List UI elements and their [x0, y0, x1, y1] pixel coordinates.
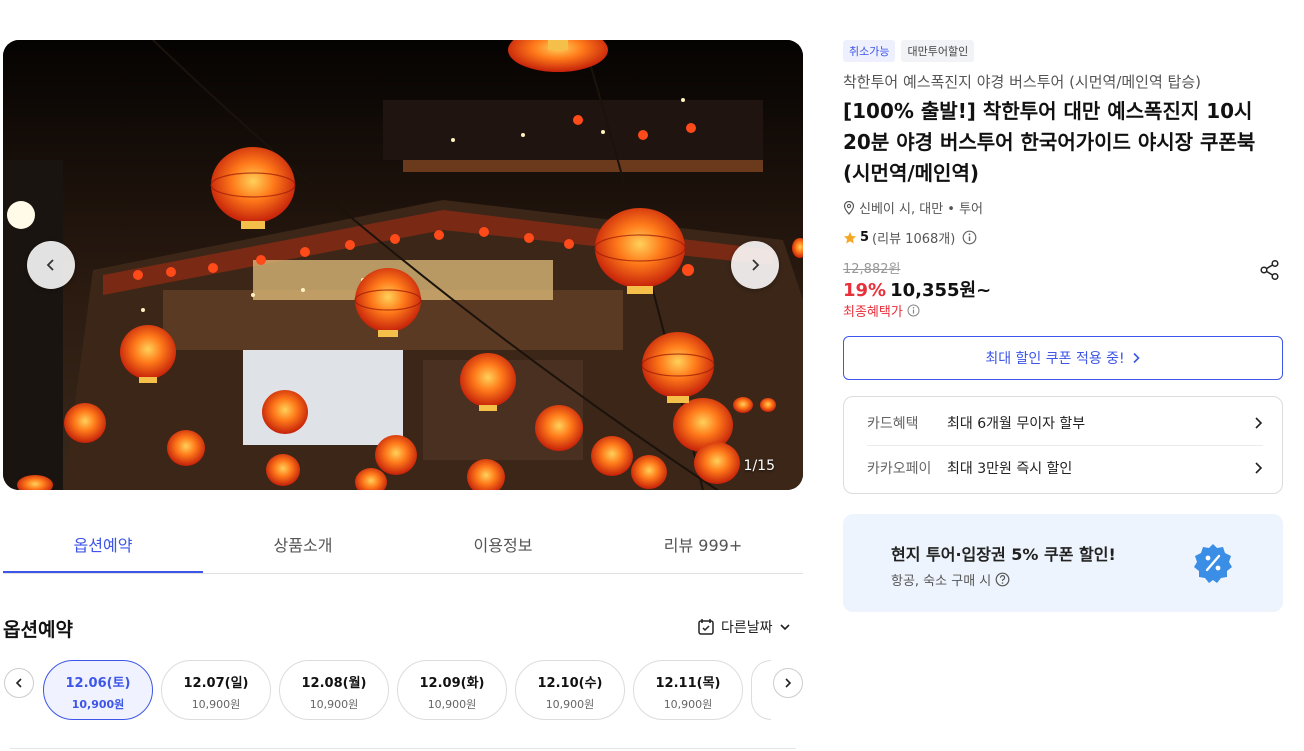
- kakaopay-benefit-row[interactable]: 카카오페이 최대 3만원 즉시 할인: [867, 445, 1263, 491]
- share-icon: [1260, 259, 1279, 281]
- location-pin-icon: [843, 200, 855, 215]
- photo-gallery[interactable]: 1/15: [3, 40, 803, 490]
- gallery-counter: 1/15: [743, 458, 775, 474]
- discount-badge: 대만투어할인: [901, 40, 975, 62]
- cancel-badge: 취소가능: [843, 40, 896, 62]
- lantern-street-photo: [3, 40, 803, 490]
- info-icon[interactable]: [907, 304, 920, 317]
- gallery-prev-button[interactable]: [27, 241, 75, 289]
- date-selector: 12.06(토) 10,900원 12.07(일) 10,900원 12.08(…: [3, 660, 803, 720]
- tab-product-intro[interactable]: 상품소개: [203, 520, 403, 573]
- gallery-next-button[interactable]: [731, 241, 779, 289]
- chevron-left-icon: [46, 259, 54, 271]
- card-benefit-value: 최대 6개월 무이자 할부: [947, 415, 1086, 432]
- badge-row: 취소가능 대만투어할인: [843, 40, 975, 62]
- benefit-box: 카드혜택 최대 6개월 무이자 할부 카카오페이 최대 3만원 즉시 할인: [843, 396, 1283, 494]
- tab-option-booking[interactable]: 옵션예약: [3, 520, 203, 573]
- other-date-button[interactable]: 다른날짜: [697, 617, 791, 637]
- chevron-right-icon: [785, 678, 792, 688]
- chevron-right-icon: [752, 259, 760, 271]
- tab-reviews[interactable]: 리뷰 999+: [603, 520, 803, 573]
- date-chip[interactable]: 12.11(목) 10,900원: [633, 660, 743, 720]
- final-benefit-label: 최종혜택가: [843, 305, 903, 320]
- date-chip-price: 10,900원: [309, 698, 359, 711]
- star-icon: [844, 231, 856, 243]
- divider: [10, 748, 796, 749]
- promo-subtitle-text: 항공, 숙소 구매 시: [891, 574, 992, 589]
- date-chip-price: 10,900원: [71, 698, 125, 711]
- coupon-apply-button[interactable]: 최대 할인 쿠폰 적용 중!: [843, 336, 1283, 380]
- date-chip-partial[interactable]: [751, 660, 771, 720]
- review-count[interactable]: (리뷰 1068개): [872, 228, 955, 247]
- date-chip[interactable]: 12.06(토) 10,900원: [43, 660, 153, 720]
- date-chip[interactable]: 12.08(월) 10,900원: [279, 660, 389, 720]
- date-chip-date: 12.11(목): [655, 676, 721, 691]
- date-chip-price: 10,900원: [427, 698, 477, 711]
- kakaopay-benefit-label: 카카오페이: [867, 461, 932, 477]
- tab-usage-info[interactable]: 이용정보: [403, 520, 603, 573]
- share-button[interactable]: [1259, 259, 1281, 285]
- date-chip-price: 10,900원: [545, 698, 595, 711]
- promo-subtitle: 항공, 숙소 구매 시: [891, 570, 1010, 589]
- sale-price: 19% 10,355원~: [843, 276, 991, 302]
- product-subtitle: 착한투어 예스폭진지 야경 버스투어 (시먼역/메인역 탑승): [843, 73, 1202, 91]
- promo-banner[interactable]: 현지 투어·입장권 5% 쿠폰 할인! 항공, 숙소 구매 시: [843, 514, 1283, 612]
- calendar-icon: [698, 619, 714, 635]
- date-chip-price: 10,900원: [663, 698, 713, 711]
- location: 신베이 시, 대만 • 투어: [843, 198, 983, 217]
- card-benefit-row[interactable]: 카드혜택 최대 6개월 무이자 할부: [867, 400, 1263, 446]
- date-chip-price: 10,900원: [191, 698, 241, 711]
- help-icon[interactable]: [995, 572, 1010, 587]
- date-chip-date: 12.07(일): [183, 676, 249, 691]
- promo-title: 현지 투어·입장권 5% 쿠폰 할인!: [891, 545, 1116, 564]
- rating-score: 5: [860, 230, 870, 245]
- product-page: 1/15 옵션예약 상품소개 이용정보 리뷰 999+ 옵션예약 다른날짜 12…: [0, 0, 1304, 751]
- coupon-apply-label: 최대 할인 쿠폰 적용 중!: [985, 351, 1125, 367]
- location-text: 신베이 시, 대만 • 투어: [859, 202, 984, 217]
- percent-coupon-icon: [1192, 542, 1234, 588]
- final-benefit: 최종혜택가: [843, 301, 920, 320]
- other-date-label: 다른날짜: [721, 620, 773, 636]
- price-value: 10,355원~: [890, 280, 992, 301]
- date-chip[interactable]: 12.10(수) 10,900원: [515, 660, 625, 720]
- chevron-right-icon: [1255, 462, 1263, 474]
- info-icon[interactable]: [962, 230, 977, 245]
- original-price: 12,882원: [843, 262, 901, 277]
- detail-tabs: 옵션예약 상품소개 이용정보 리뷰 999+: [3, 520, 803, 574]
- date-chip[interactable]: 12.07(일) 10,900원: [161, 660, 271, 720]
- date-chip-date: 12.06(토): [65, 676, 131, 691]
- date-next-button[interactable]: [773, 668, 803, 698]
- discount-rate: 19%: [843, 280, 887, 301]
- chevron-right-icon: [1255, 416, 1263, 429]
- date-chip[interactable]: 12.09(화) 10,900원: [397, 660, 507, 720]
- date-chip-date: 12.08(월): [301, 676, 367, 691]
- chevron-right-icon: [1133, 352, 1140, 364]
- kakaopay-benefit-value: 최대 3만원 즉시 할인: [947, 461, 1073, 477]
- card-benefit-label: 카드혜택: [867, 415, 919, 432]
- date-prev-button[interactable]: [4, 668, 34, 698]
- chevron-left-icon: [15, 678, 22, 688]
- section-title: 옵션예약: [3, 619, 73, 641]
- date-chip-date: 12.10(수): [537, 676, 603, 691]
- product-title: [100% 출발!] 착한투어 대만 예스폭진지 10시 20분 야경 버스투어…: [843, 99, 1256, 185]
- date-chip-date: 12.09(화): [419, 676, 485, 691]
- rating: 5 (리뷰 1068개): [843, 228, 977, 247]
- chevron-down-icon: [779, 624, 790, 631]
